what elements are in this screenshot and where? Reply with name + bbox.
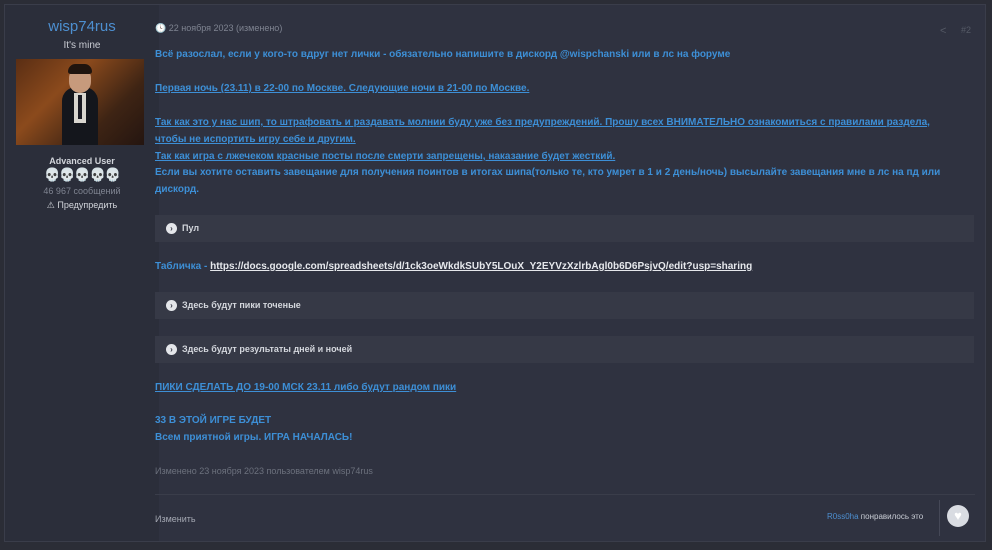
table-line: Табличка - https://docs.google.com/sprea… — [155, 261, 752, 272]
post-line: Всё разослал, если у кого-то вдруг нет л… — [155, 49, 731, 60]
spoiler-label: Здесь будут результаты дней и ночей — [182, 344, 353, 354]
posts-count: 46 967 сообщений — [43, 186, 121, 196]
players-count-text: 33 В ЭТОЙ ИГРЕ БУДЕТ — [155, 415, 272, 426]
chevron-right-icon: › — [166, 300, 177, 311]
spoiler-label: Пул — [182, 223, 200, 233]
user-group: Advanced User — [49, 156, 115, 166]
divider — [155, 494, 975, 495]
edit-button[interactable]: Изменить — [155, 514, 196, 524]
post-line-link[interactable]: чтобы не испортить игру себе и другим. — [155, 134, 356, 145]
picks-deadline-link[interactable]: ПИКИ СДЕЛАТЬ ДО 19-00 МСК 23.11 либо буд… — [155, 382, 456, 393]
reactions-summary: R0ss0ha понравилось это — [827, 512, 923, 521]
spoiler-pool[interactable]: › Пул — [155, 215, 974, 242]
author-name-link[interactable]: wisp74rus — [5, 18, 159, 35]
spreadsheet-link[interactable]: https://docs.google.com/spreadsheets/d/1… — [210, 261, 752, 272]
chevron-right-icon: › — [166, 223, 177, 234]
spoiler-results[interactable]: › Здесь будут результаты дней и ночей — [155, 336, 974, 363]
author-sidebar: wisp74rus It's mine Advanced User 💀💀💀💀💀 … — [5, 5, 159, 541]
post-line: Если вы хотите оставить завещание для по… — [155, 167, 941, 178]
warn-link[interactable]: ⚠ Предупредить — [5, 200, 159, 211]
avatar[interactable] — [16, 59, 144, 145]
forum-post: wisp74rus It's mine Advanced User 💀💀💀💀💀 … — [4, 4, 986, 542]
spoiler-picks[interactable]: › Здесь будут пики точеные — [155, 292, 974, 319]
divider — [939, 500, 940, 536]
reputation-skull-icons: 💀💀💀💀💀 — [44, 167, 121, 182]
heart-icon[interactable]: ♥ — [947, 505, 969, 527]
post-line-link[interactable]: Так как игра с лжечеком красные посты по… — [155, 151, 615, 162]
post-date[interactable]: 🕓 22 ноября 2023 (изменено) — [155, 23, 282, 34]
post-line: дискорд. — [155, 184, 200, 195]
post-line-link[interactable]: Первая ночь (23.11) в 22-00 по Москве. С… — [155, 83, 529, 94]
chevron-right-icon: › — [166, 344, 177, 355]
post-number-link[interactable]: #2 — [961, 25, 971, 35]
greeting-text: Всем приятной игры. ИГРА НАЧАЛАСЬ! — [155, 432, 353, 443]
share-icon[interactable]: < — [940, 25, 946, 37]
table-label: Табличка - — [155, 261, 211, 272]
spoiler-label: Здесь будут пики точеные — [182, 300, 301, 310]
edited-note: Изменено 23 ноября 2023 пользователем wi… — [155, 466, 373, 476]
reaction-text: понравилось это — [858, 512, 924, 521]
post-line-link[interactable]: Так как это у нас шип, то штрафовать и р… — [155, 117, 930, 128]
reaction-user-link[interactable]: R0ss0ha — [827, 512, 859, 521]
author-title: It's mine — [63, 40, 101, 51]
